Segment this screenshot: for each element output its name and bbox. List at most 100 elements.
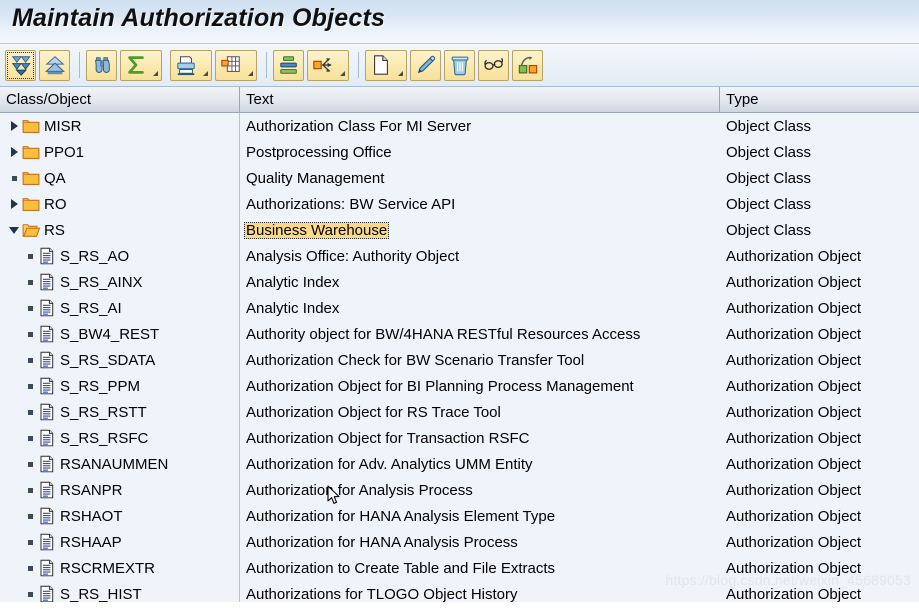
cell-text[interactable]: Authorization Object for Transaction RSF…	[240, 425, 720, 451]
cell-text[interactable]: Authorizations for TLOGO Object History	[240, 581, 720, 603]
expand-all-button[interactable]	[5, 49, 36, 81]
cell-type[interactable]: Authorization Object	[720, 243, 919, 269]
cell-text[interactable]: Authority object for BW/4HANA RESTful Re…	[240, 321, 720, 347]
table-row[interactable]: RSANAUMMEN Authorization for Adv. Analyti…	[0, 451, 919, 477]
delete-button[interactable]	[444, 49, 475, 81]
cell-text[interactable]: Analysis Office: Authority Object	[240, 243, 720, 269]
row-name-label: RS	[44, 221, 65, 239]
table-row[interactable]: S_RS_PPM Authorization Object for BI Plan…	[0, 373, 919, 399]
table-row[interactable]: RSHAOT Authorization for HANA Analysis El…	[0, 503, 919, 529]
column-header-type[interactable]: Type	[720, 87, 919, 112]
cell-type[interactable]: Authorization Object	[720, 295, 919, 321]
table-row[interactable]: QA Quality Management Object Class	[0, 165, 919, 191]
expand-arrow-icon[interactable]	[6, 191, 22, 217]
cell-class-object[interactable]: S_RS_AO	[0, 243, 240, 269]
cell-type[interactable]: Authorization Object	[720, 503, 919, 529]
cell-text[interactable]: Analytic Index	[240, 269, 720, 295]
table-row[interactable]: RS Business Warehouse Object Class	[0, 217, 919, 243]
cell-text[interactable]: Authorization for HANA Analysis Element …	[240, 503, 720, 529]
cell-type[interactable]: Object Class	[720, 165, 919, 191]
cell-type[interactable]: Authorization Object	[720, 373, 919, 399]
column-header-text[interactable]: Text	[240, 87, 720, 112]
collapse-all-button[interactable]	[39, 49, 70, 81]
cell-class-object[interactable]: S_RS_SDATA	[0, 347, 240, 373]
table-row[interactable]: S_RS_RSFC Authorization Object for Transa…	[0, 425, 919, 451]
create-dropdown-arrow[interactable]	[392, 49, 407, 81]
cell-class-object[interactable]: RSCRMEXTR	[0, 555, 240, 581]
cell-type[interactable]: Authorization Object	[720, 347, 919, 373]
page-title: Maintain Authorization Objects	[12, 4, 386, 32]
cell-class-object[interactable]: RSANAUMMEN	[0, 451, 240, 477]
cell-text[interactable]: Authorizations: BW Service API	[240, 191, 720, 217]
cell-class-object[interactable]: PPO1	[0, 139, 240, 165]
cell-class-object[interactable]: RSHAAP	[0, 529, 240, 555]
cell-class-object[interactable]: RSHAOT	[0, 503, 240, 529]
cell-text[interactable]: Authorization Object for BI Planning Pro…	[240, 373, 720, 399]
table-row[interactable]: RSCRMEXTR Authorization to Create Table a…	[0, 555, 919, 581]
cell-type[interactable]: Authorization Object	[720, 321, 919, 347]
table-row[interactable]: S_RS_HIST Authorizations for TLOGO Object…	[0, 581, 919, 602]
cell-text[interactable]: Analytic Index	[240, 295, 720, 321]
table-row[interactable]: RO Authorizations: BW Service API Object C…	[0, 191, 919, 217]
cell-class-object[interactable]: MISR	[0, 113, 240, 139]
cell-type[interactable]: Authorization Object	[720, 451, 919, 477]
expand-arrow-icon[interactable]	[6, 113, 22, 139]
cell-class-object[interactable]: S_RS_AI	[0, 295, 240, 321]
cell-type[interactable]: Object Class	[720, 191, 919, 217]
display-button[interactable]	[478, 49, 509, 81]
cell-text[interactable]: Authorization Object for RS Trace Tool	[240, 399, 720, 425]
cell-text[interactable]: Authorization Check for BW Scenario Tran…	[240, 347, 720, 373]
cell-class-object[interactable]: S_RS_PPM	[0, 373, 240, 399]
table-row[interactable]: S_RS_AI Analytic Index Authorization Objec…	[0, 295, 919, 321]
cell-text[interactable]: Authorization Class For MI Server	[240, 113, 720, 139]
cell-type[interactable]: Authorization Object	[720, 581, 919, 603]
change-button[interactable]	[410, 49, 441, 81]
cell-text[interactable]: Business Warehouse	[240, 217, 720, 243]
cell-class-object[interactable]: S_RS_RSTT	[0, 399, 240, 425]
total-dropdown-arrow[interactable]	[147, 49, 162, 81]
find-button[interactable]	[86, 49, 117, 81]
table-row[interactable]: RSHAAP Authorization for HANA Analysis Pr…	[0, 529, 919, 555]
cell-class-object[interactable]: S_RS_AINX	[0, 269, 240, 295]
cell-type[interactable]: Authorization Object	[720, 425, 919, 451]
column-header-class-object[interactable]: Class/Object	[0, 87, 240, 112]
table-row[interactable]: S_RS_RSTT Authorization Object for RS Tra…	[0, 399, 919, 425]
cell-type[interactable]: Object Class	[720, 217, 919, 243]
cell-class-object[interactable]: RS	[0, 217, 240, 243]
print-dropdown-arrow[interactable]	[197, 49, 212, 81]
cell-class-object[interactable]: S_RS_RSFC	[0, 425, 240, 451]
expand-arrow-icon[interactable]	[6, 139, 22, 165]
table-row[interactable]: RSANPR Authorization for Analysis Process…	[0, 477, 919, 503]
cell-type[interactable]: Authorization Object	[720, 269, 919, 295]
cell-type[interactable]: Authorization Object	[720, 399, 919, 425]
cell-text[interactable]: Authorization for HANA Analysis Process	[240, 529, 720, 555]
cell-text[interactable]: Authorization to Create Table and File E…	[240, 555, 720, 581]
layout-dropdown-arrow[interactable]	[242, 49, 257, 81]
cell-text[interactable]: Postprocessing Office	[240, 139, 720, 165]
cell-type[interactable]: Authorization Object	[720, 529, 919, 555]
table-row[interactable]: S_RS_AINX Analytic Index Authorization Obj…	[0, 269, 919, 295]
cell-type[interactable]: Authorization Object	[720, 477, 919, 503]
table-row[interactable]: S_RS_SDATA Authorization Check for BW Sce…	[0, 347, 919, 373]
sort-button[interactable]	[273, 49, 304, 81]
cell-class-object[interactable]: S_RS_HIST	[0, 581, 240, 602]
cell-type[interactable]: Object Class	[720, 139, 919, 165]
cell-text[interactable]: Quality Management	[240, 165, 720, 191]
expand-node-dropdown-arrow[interactable]	[334, 49, 349, 81]
cell-type[interactable]: Object Class	[720, 113, 919, 139]
table-row[interactable]: S_BW4_REST Authority object for BW/4HANA …	[0, 321, 919, 347]
collapse-arrow-icon[interactable]	[6, 217, 22, 243]
cell-class-object[interactable]: S_BW4_REST	[0, 321, 240, 347]
cell-class-object[interactable]: QA	[0, 165, 240, 191]
cell-class-object[interactable]: RSANPR	[0, 477, 240, 503]
transport-button[interactable]	[512, 49, 543, 81]
table-row[interactable]: PPO1 Postprocessing Office Object Class	[0, 139, 919, 165]
table-row[interactable]: S_RS_AO Analysis Office: Authority Object…	[0, 243, 919, 269]
row-type-label: Authorization Object	[726, 377, 862, 395]
cell-text[interactable]: Authorization for Adv. Analytics UMM Ent…	[240, 451, 720, 477]
cell-type[interactable]: Authorization Object	[720, 555, 919, 581]
cell-text[interactable]: Authorization for Analysis Process	[240, 477, 720, 503]
cell-class-object[interactable]: RO	[0, 191, 240, 217]
row-text-label: Authorization Object for BI Planning Pro…	[246, 377, 634, 395]
table-row[interactable]: MISR Authorization Class For MI Server Obj…	[0, 113, 919, 139]
